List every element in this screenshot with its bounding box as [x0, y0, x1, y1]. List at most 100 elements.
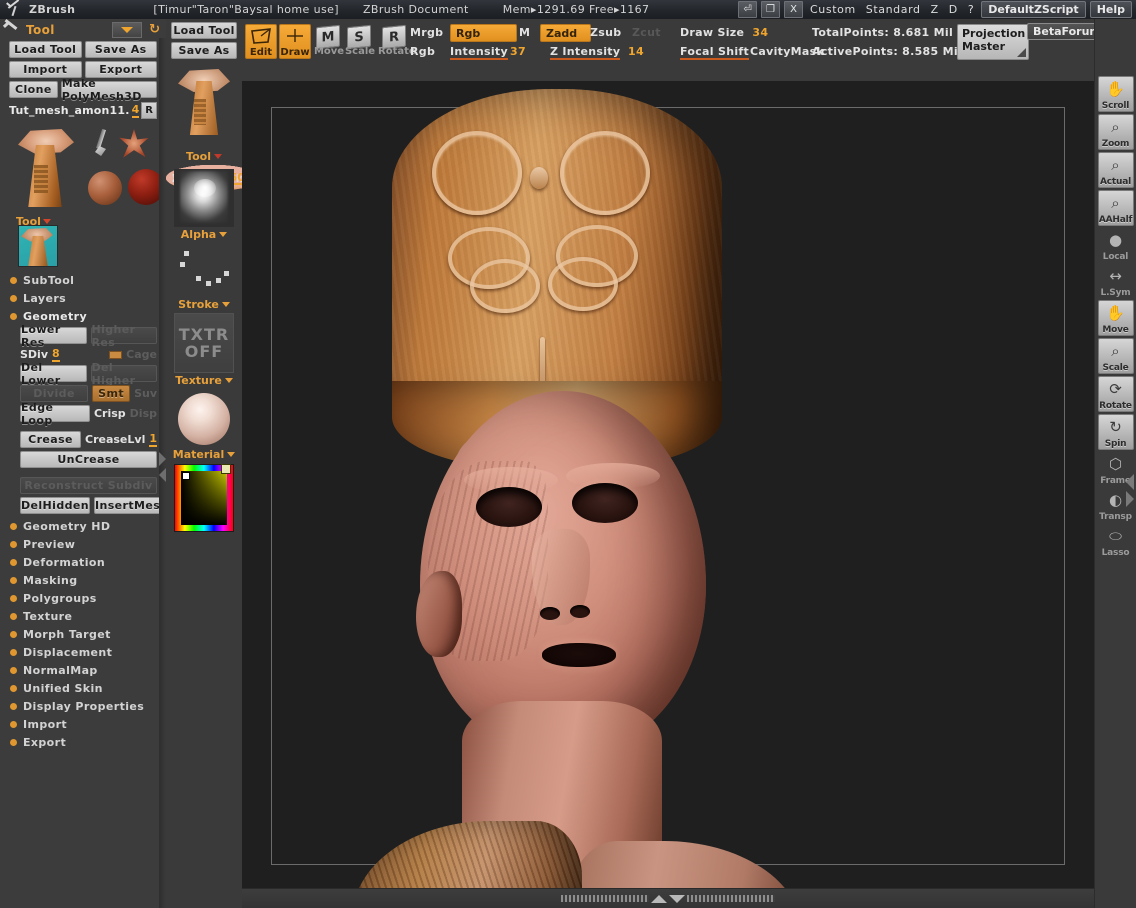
- minimize-button[interactable]: ⏎: [738, 1, 758, 18]
- sphere3d-tool-icon[interactable]: [88, 171, 122, 205]
- del-hidden-button[interactable]: DelHidden: [20, 497, 90, 514]
- zsub-button[interactable]: Zsub: [590, 26, 621, 39]
- rgb-m-label[interactable]: M: [519, 26, 530, 39]
- sidebar-item-deformation[interactable]: Deformation: [0, 553, 166, 571]
- sidebar-item-displacement[interactable]: Displacement: [0, 643, 166, 661]
- projection-master-button[interactable]: Projection Master: [957, 24, 1029, 60]
- sidebar-item-polygroups[interactable]: Polygroups: [0, 589, 166, 607]
- help-button[interactable]: Help: [1089, 1, 1132, 18]
- alpha-dropdown[interactable]: Alpha: [166, 227, 242, 241]
- brush-tool-dropdown[interactable]: Tool: [166, 149, 242, 163]
- color-picker-handle-hue[interactable]: [221, 464, 231, 474]
- cage-toggle[interactable]: [109, 350, 123, 359]
- nav-button-zoom[interactable]: ⌕ Zoom: [1097, 114, 1134, 150]
- z-intensity-value[interactable]: 14: [628, 45, 644, 58]
- canvas-area[interactable]: [242, 81, 1094, 889]
- nav-button-scroll[interactable]: ✋ Scroll: [1097, 76, 1134, 112]
- nav-button-local[interactable]: ● Local: [1099, 228, 1133, 262]
- draw-size-label[interactable]: Draw Size 34: [680, 26, 768, 39]
- brush-save-as-button[interactable]: Save As: [171, 42, 237, 59]
- z-intensity-label[interactable]: Z Intensity: [550, 45, 621, 60]
- texture-dropdown[interactable]: Texture: [166, 373, 242, 387]
- sidebar-item-display-properties[interactable]: Display Properties: [0, 697, 166, 715]
- sidebar-item-import[interactable]: Import: [0, 715, 166, 733]
- nav-button-rotate[interactable]: ⟳ Rotate: [1097, 376, 1134, 412]
- edit-button[interactable]: Edit: [245, 24, 277, 59]
- mrgb-button[interactable]: Mrgb: [410, 26, 443, 39]
- scroll-hatch-right[interactable]: [687, 895, 775, 902]
- nav-button-lsym[interactable]: ↔ L.Sym: [1099, 264, 1133, 298]
- zbrush-canvas[interactable]: [242, 81, 1094, 889]
- close-button[interactable]: X: [784, 1, 804, 18]
- right-tray-collapse-arrows[interactable]: [1126, 474, 1134, 508]
- make-polymesh3d-button[interactable]: Make PolyMesh3D: [60, 77, 157, 103]
- menu-standard[interactable]: Standard: [866, 3, 921, 16]
- refresh-icon[interactable]: ↻: [149, 22, 160, 37]
- menu-z[interactable]: Z: [931, 3, 939, 16]
- del-lower-button[interactable]: Del Lower: [20, 361, 87, 387]
- nav-button-aahalf[interactable]: ⌕ AAHalf: [1097, 190, 1134, 226]
- nav-button-lasso[interactable]: ⬭ Lasso: [1099, 524, 1133, 558]
- smt-toggle[interactable]: Smt: [92, 385, 131, 402]
- crease-button[interactable]: Crease: [20, 431, 81, 448]
- scroll-hatch-left[interactable]: [561, 895, 649, 902]
- crisp-label[interactable]: Crisp: [94, 407, 126, 420]
- zadd-button[interactable]: Zadd: [540, 24, 591, 42]
- brush-load-tool-button[interactable]: Load Tool: [171, 22, 237, 39]
- tool-dropdown-button[interactable]: [112, 22, 142, 38]
- star3d-tool-icon[interactable]: [119, 129, 149, 158]
- menu-d[interactable]: D: [949, 3, 958, 16]
- rgb-label[interactable]: Rgb: [410, 45, 435, 58]
- insert-mesh-button[interactable]: InsertMesh: [93, 497, 166, 514]
- focal-shift-label[interactable]: Focal Shift: [680, 45, 750, 60]
- intensity-slider-label[interactable]: Intensity: [450, 45, 508, 60]
- lower-res-button[interactable]: Lower Res: [20, 323, 87, 349]
- sidebar-item-export[interactable]: Export: [0, 733, 166, 751]
- scale-button[interactable]: S Scale: [345, 24, 375, 58]
- rotate-button[interactable]: R Rotate: [378, 24, 416, 58]
- brush-current-thumbnail[interactable]: [166, 67, 242, 149]
- menu-help-question[interactable]: ?: [968, 3, 974, 16]
- sidebar-item-morph-target[interactable]: Morph Target: [0, 625, 166, 643]
- current-tool-thumbnail[interactable]: [18, 125, 84, 213]
- material-thumbnail[interactable]: [174, 391, 234, 447]
- edge-loop-button[interactable]: Edge Loop: [20, 401, 90, 427]
- sidebar-item-unified-skin[interactable]: Unified Skin: [0, 679, 166, 697]
- alpha-thumbnail[interactable]: [174, 169, 234, 227]
- uncrease-button[interactable]: UnCrease: [20, 451, 157, 468]
- move-button[interactable]: M Move: [314, 24, 344, 58]
- stroke-thumbnail[interactable]: [174, 245, 234, 297]
- mesh-r-button[interactable]: R: [141, 102, 157, 119]
- color-picker-handle-primary[interactable]: [182, 472, 190, 480]
- sculpt-model[interactable]: [242, 81, 1094, 889]
- material-dropdown[interactable]: Material: [166, 447, 242, 461]
- intensity-value[interactable]: 37: [510, 45, 526, 58]
- rgb-toggle-button[interactable]: Rgb: [450, 24, 517, 42]
- sidebar-item-masking[interactable]: Masking: [0, 571, 166, 589]
- nav-button-scale[interactable]: ⌕ Scale: [1097, 338, 1134, 374]
- draw-button[interactable]: Draw: [279, 24, 311, 59]
- tool-preview-thumbnail[interactable]: [18, 225, 58, 267]
- sidebar-item-texture[interactable]: Texture: [0, 607, 166, 625]
- nav-button-spin[interactable]: ↻ Spin: [1097, 414, 1134, 450]
- sidebar-item-normalmap[interactable]: NormalMap: [0, 661, 166, 679]
- import-button[interactable]: Import: [9, 61, 82, 78]
- scroll-updown-handle[interactable]: [651, 894, 685, 903]
- load-tool-button[interactable]: Load Tool: [9, 41, 82, 58]
- nav-button-move[interactable]: ✋ Move: [1097, 300, 1134, 336]
- stroke-dropdown[interactable]: Stroke: [166, 297, 242, 311]
- clone-button[interactable]: Clone: [9, 81, 58, 98]
- export-button[interactable]: Export: [84, 61, 157, 78]
- nav-button-actual[interactable]: ⌕ Actual: [1097, 152, 1134, 188]
- sidebar-item-geometry-hd[interactable]: Geometry HD: [0, 517, 166, 535]
- chisel-tool-icon[interactable]: [90, 129, 114, 159]
- sidebar-item-preview[interactable]: Preview: [0, 535, 166, 553]
- zscript-button[interactable]: DefaultZScript: [981, 1, 1086, 18]
- crease-lvl-value[interactable]: 1: [149, 432, 157, 447]
- save-as-button[interactable]: Save As: [84, 41, 157, 58]
- sidebar-item-layers[interactable]: Layers: [0, 289, 166, 307]
- suv-label[interactable]: Suv: [134, 387, 157, 400]
- color-picker[interactable]: [174, 464, 234, 532]
- sidebar-item-subtool[interactable]: SubTool: [0, 271, 166, 289]
- texture-thumbnail[interactable]: TXTR OFF: [174, 313, 234, 373]
